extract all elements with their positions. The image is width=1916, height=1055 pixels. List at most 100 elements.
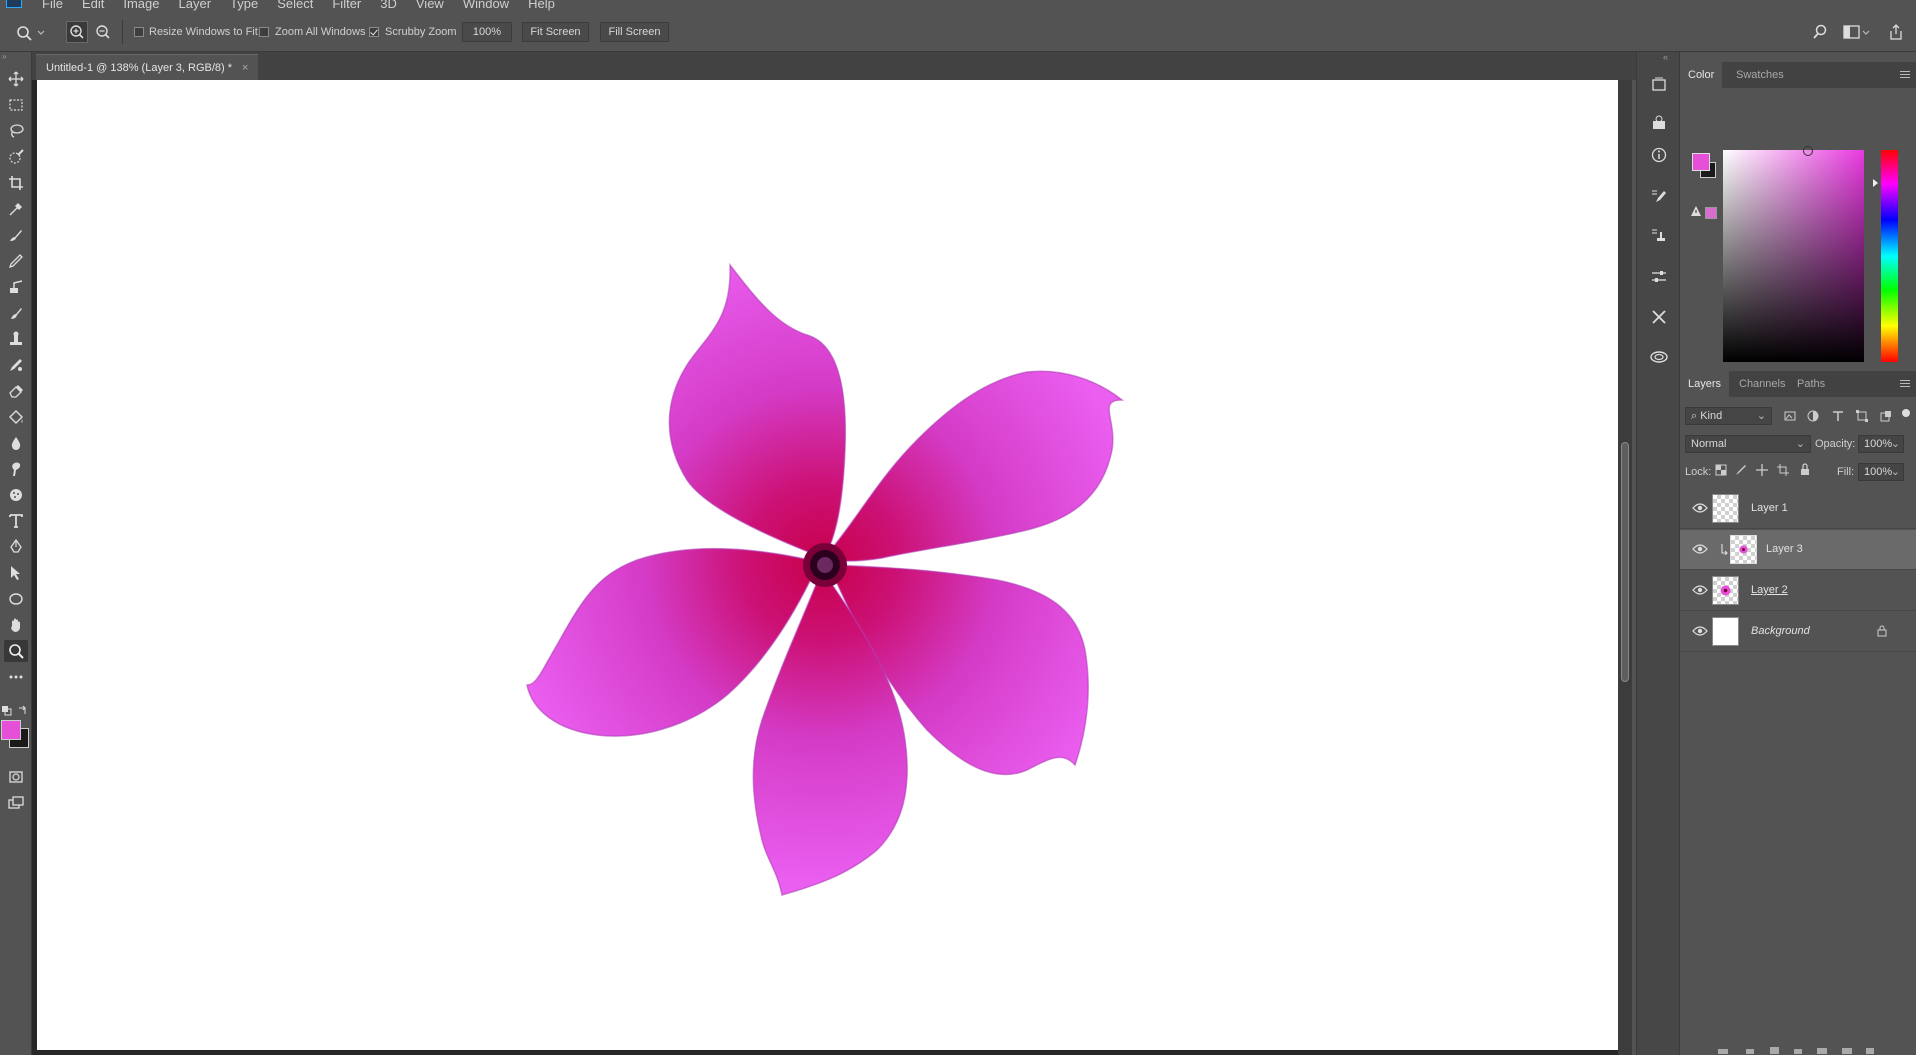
zoom-tool-icon[interactable] xyxy=(4,640,28,662)
menu-file[interactable]: File xyxy=(42,0,63,11)
color-picker-field[interactable] xyxy=(1723,146,1864,362)
hue-slider[interactable] xyxy=(1881,150,1898,362)
tab-channels[interactable]: Channels xyxy=(1731,371,1793,397)
lock-position-icon[interactable] xyxy=(1756,464,1768,476)
blend-mode-select[interactable]: Normal ⌄ xyxy=(1685,435,1811,453)
tool-presets-icon[interactable] xyxy=(1648,306,1670,328)
pen-tool-icon[interactable] xyxy=(4,536,28,558)
zoom-percent-field[interactable]: 100% xyxy=(462,22,512,42)
layer-name[interactable]: Layer 3 xyxy=(1766,543,1803,555)
filter-pixel-icon[interactable] xyxy=(1784,410,1796,422)
lock-transparent-icon[interactable] xyxy=(1715,464,1727,476)
history-panel-icon[interactable] xyxy=(1648,73,1670,95)
lock-image-icon[interactable] xyxy=(1735,464,1747,476)
color-foreground-swatch[interactable] xyxy=(1692,153,1710,171)
eraser-tool-icon[interactable] xyxy=(4,380,28,402)
layer-row-layer-1[interactable]: Layer 1 xyxy=(1680,489,1916,529)
hand-tool-icon[interactable] xyxy=(4,614,28,636)
hue-slider-marker[interactable] xyxy=(1873,179,1878,187)
add-mask-icon[interactable] xyxy=(1770,1047,1779,1054)
layer-name[interactable]: Layer 1 xyxy=(1751,502,1788,514)
fill-field[interactable]: 100% ⌄ xyxy=(1858,463,1904,481)
blur-tool-icon[interactable] xyxy=(4,432,28,454)
gamut-color-swatch[interactable] xyxy=(1705,207,1717,219)
tab-color[interactable]: Color xyxy=(1680,62,1723,88)
path-selection-tool-icon[interactable] xyxy=(4,562,28,584)
stamp-tool-icon[interactable] xyxy=(4,328,28,350)
adjustments-panel-icon[interactable] xyxy=(1648,112,1670,134)
workspace-icon[interactable] xyxy=(1843,24,1871,40)
fit-screen-button[interactable]: Fit Screen xyxy=(522,22,589,42)
zoom-tool-preset-icon[interactable] xyxy=(16,25,46,41)
brush-tool-icon[interactable] xyxy=(4,250,28,272)
layer-style-icon[interactable] xyxy=(1746,1049,1754,1054)
clone-stamp-tool-icon[interactable] xyxy=(4,276,28,298)
layer-filter-kind[interactable]: ⌕ Kind ⌄ xyxy=(1685,407,1772,425)
filter-shape-icon[interactable] xyxy=(1856,410,1868,422)
tab-paths[interactable]: Paths xyxy=(1789,371,1833,397)
delete-layer-icon[interactable] xyxy=(1866,1048,1874,1054)
filter-adjustment-icon[interactable] xyxy=(1807,410,1819,422)
visibility-eye-icon[interactable] xyxy=(1692,543,1708,555)
photoshop-logo-icon[interactable] xyxy=(6,0,22,8)
link-layers-icon[interactable] xyxy=(1718,1049,1728,1054)
filter-smart-object-icon[interactable] xyxy=(1880,410,1892,422)
creative-cloud-libraries-icon[interactable] xyxy=(1648,345,1670,367)
clone-source-icon[interactable] xyxy=(1648,224,1670,246)
visibility-eye-icon[interactable] xyxy=(1692,584,1708,596)
quick-selection-tool-icon[interactable] xyxy=(4,146,28,168)
layer-lock-icon[interactable] xyxy=(1877,625,1887,637)
layer-row-layer-3[interactable]: Layer 3 xyxy=(1680,530,1916,570)
new-layer-icon[interactable] xyxy=(1842,1048,1852,1054)
vertical-scrollbar[interactable] xyxy=(1618,80,1632,1055)
crop-tool-icon[interactable] xyxy=(4,172,28,194)
filter-type-icon[interactable] xyxy=(1832,410,1844,422)
marquee-tool-icon[interactable] xyxy=(4,94,28,116)
info-panel-icon[interactable] xyxy=(1648,144,1670,166)
visibility-eye-icon[interactable] xyxy=(1692,625,1708,637)
color-panel-menu-icon[interactable] xyxy=(1900,71,1910,79)
sponge-tool-icon[interactable] xyxy=(4,484,28,506)
scrollbar-thumb[interactable] xyxy=(1621,442,1629,682)
swap-colors-icon[interactable] xyxy=(18,705,28,715)
menu-help[interactable]: Help xyxy=(528,0,555,11)
menu-view[interactable]: View xyxy=(416,0,444,11)
history-brush-icon[interactable] xyxy=(4,302,28,324)
close-tab-icon[interactable]: × xyxy=(242,62,248,74)
paint-bucket-tool-icon[interactable] xyxy=(4,406,28,428)
brush-settings-icon[interactable] xyxy=(1648,185,1670,207)
layer-row-background[interactable]: Background xyxy=(1680,612,1916,652)
menu-filter[interactable]: Filter xyxy=(332,0,361,11)
expand-panels-icon[interactable]: « xyxy=(1663,52,1668,62)
canvas[interactable] xyxy=(37,80,1618,1050)
tab-layers[interactable]: Layers xyxy=(1680,371,1730,397)
share-icon[interactable] xyxy=(1888,23,1904,41)
out-of-gamut-warning-icon[interactable] xyxy=(1690,205,1702,217)
zoom-out-button[interactable] xyxy=(93,22,113,42)
menu-edit[interactable]: Edit xyxy=(82,0,104,11)
eyedropper-tool-icon[interactable] xyxy=(4,198,28,220)
layer-name[interactable]: Layer 2 xyxy=(1751,584,1788,596)
new-adjustment-icon[interactable] xyxy=(1794,1049,1802,1054)
lock-artboard-icon[interactable] xyxy=(1777,464,1789,476)
search-icon[interactable] xyxy=(1812,24,1828,40)
layers-panel-menu-icon[interactable] xyxy=(1900,380,1910,388)
menu-select[interactable]: Select xyxy=(277,0,313,11)
tab-swatches[interactable]: Swatches xyxy=(1728,62,1792,88)
document-tab[interactable]: Untitled-1 @ 138% (Layer 3, RGB/8) * × xyxy=(36,54,259,80)
default-colors-icon[interactable] xyxy=(2,706,12,716)
resize-windows-checkbox[interactable] xyxy=(134,27,144,37)
menu-layer[interactable]: Layer xyxy=(179,0,212,11)
menu-window[interactable]: Window xyxy=(463,0,509,11)
zoom-all-windows-checkbox[interactable] xyxy=(259,27,269,37)
filter-toggle-switch[interactable] xyxy=(1902,409,1910,417)
smudge-tool-icon[interactable] xyxy=(4,458,28,480)
color-picker-cursor[interactable] xyxy=(1803,146,1813,156)
quick-mask-icon[interactable] xyxy=(4,766,28,788)
new-group-icon[interactable] xyxy=(1817,1048,1827,1054)
lasso-tool-icon[interactable] xyxy=(4,120,28,142)
layer-row-layer-2[interactable]: Layer 2 xyxy=(1680,571,1916,611)
fill-screen-button[interactable]: Fill Screen xyxy=(600,22,669,42)
properties-panel-icon[interactable] xyxy=(1648,266,1670,288)
lock-all-icon[interactable] xyxy=(1799,463,1811,476)
